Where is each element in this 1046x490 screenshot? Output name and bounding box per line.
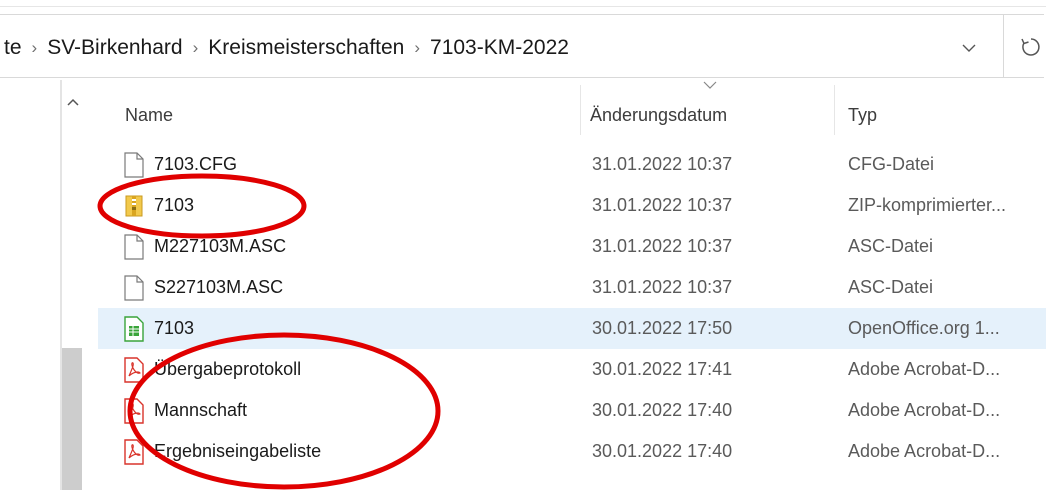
chevron-down-icon <box>962 44 976 52</box>
breadcrumb-item-truncated[interactable]: te <box>0 36 26 60</box>
file-name: 7103.CFG <box>154 154 238 174</box>
sort-chevron-icon <box>703 80 717 92</box>
file-name-cell[interactable]: S227103M.ASC <box>124 267 283 308</box>
file-type: ASC-Datei <box>848 236 934 256</box>
column-header-name[interactable]: Name <box>125 95 575 135</box>
file-name: 7103 <box>154 195 195 215</box>
generic-file-icon <box>124 151 144 178</box>
refresh-icon <box>1021 38 1040 56</box>
file-type: ZIP-komprimierter... <box>848 195 1007 215</box>
file-name-cell[interactable]: Mannschaft <box>124 390 247 431</box>
file-date: 31.01.2022 10:37 <box>592 195 733 215</box>
address-history-dropdown[interactable] <box>955 34 983 62</box>
file-name-cell[interactable]: 7103 <box>124 185 194 226</box>
file-type: Adobe Acrobat-D... <box>848 359 1001 379</box>
file-name: 7103 <box>154 318 195 338</box>
file-date: 31.01.2022 10:37 <box>592 236 733 256</box>
file-name-cell[interactable]: 7103.CFG <box>124 144 237 185</box>
window-top-border <box>0 6 1046 7</box>
file-name: Ergebniseingabeliste <box>154 441 322 461</box>
file-row[interactable]: Ergebniseingabeliste 30.01.2022 17:40 Adob… <box>98 431 1046 472</box>
file-name-cell[interactable]: Ergebniseingabeliste <box>124 431 321 472</box>
pdf-icon <box>124 397 144 424</box>
file-row[interactable]: Übergabeprotokoll 30.01.2022 17:41 Adobe A… <box>98 349 1046 390</box>
file-date: 30.01.2022 17:41 <box>592 359 733 379</box>
scroll-up-button[interactable] <box>62 92 84 112</box>
column-divider[interactable] <box>834 85 835 135</box>
zip-folder-icon <box>124 193 144 219</box>
file-name-cell[interactable]: 7103 <box>124 308 194 349</box>
breadcrumb-separator-icon[interactable]: › <box>26 38 44 58</box>
breadcrumb-separator-icon[interactable]: › <box>187 38 205 58</box>
column-header-type[interactable]: Typ <box>848 95 1046 135</box>
file-name: S227103M.ASC <box>154 277 284 297</box>
file-row[interactable]: 7103.CFG 31.01.2022 10:37 CFG-Datei <box>98 144 1046 185</box>
file-name-cell[interactable]: Übergabeprotokoll <box>124 349 301 390</box>
file-type: Adobe Acrobat-D... <box>848 441 1001 461</box>
file-row[interactable]: M227103M.ASC 31.01.2022 10:37 ASC-Datei <box>98 226 1046 267</box>
file-date: 30.01.2022 17:40 <box>592 400 733 420</box>
address-divider <box>1003 14 1004 78</box>
file-row[interactable]: 7103 31.01.2022 10:37 ZIP-komprimierter... <box>98 185 1046 226</box>
pdf-icon <box>124 438 144 465</box>
column-header-date[interactable]: Änderungsdatum <box>590 95 830 135</box>
breadcrumb-item-sv-birkenhard[interactable]: SV-Birkenhard <box>43 36 186 60</box>
file-name: Übergabeprotokoll <box>154 359 302 379</box>
refresh-button[interactable] <box>1016 32 1046 62</box>
file-date: 31.01.2022 10:37 <box>592 154 733 174</box>
file-type: Adobe Acrobat-D... <box>848 400 1001 420</box>
file-row[interactable]: S227103M.ASC 31.01.2022 10:37 ASC-Datei <box>98 267 1046 308</box>
column-divider[interactable] <box>580 85 581 135</box>
file-name-cell[interactable]: M227103M.ASC <box>124 226 286 267</box>
file-name: Mannschaft <box>154 400 248 420</box>
generic-file-icon <box>124 233 144 260</box>
file-type: OpenOffice.org 1... <box>848 318 1000 338</box>
file-type: CFG-Datei <box>848 154 935 174</box>
breadcrumb-item-current-folder[interactable]: 7103-KM-2022 <box>426 36 573 60</box>
breadcrumb-item-kreismeisterschaften[interactable]: Kreismeisterschaften <box>204 36 408 60</box>
file-list: 7103.CFG 31.01.2022 10:37 CFG-Datei 7103 31.… <box>98 144 1046 472</box>
file-row[interactable]: 7103 30.01.2022 17:50 OpenOffice.org 1... <box>98 308 1046 349</box>
breadcrumb-separator-icon[interactable]: › <box>408 38 426 58</box>
file-name: M227103M.ASC <box>154 236 287 256</box>
spreadsheet-icon <box>124 315 144 342</box>
scrollbar-thumb[interactable] <box>62 348 82 490</box>
chevron-up-icon <box>67 98 79 106</box>
file-date: 31.01.2022 10:37 <box>592 277 733 297</box>
breadcrumb[interactable]: te › SV-Birkenhard › Kreismeisterschafte… <box>0 33 573 63</box>
generic-file-icon <box>124 274 144 301</box>
file-date: 30.01.2022 17:40 <box>592 441 733 461</box>
file-type: ASC-Datei <box>848 277 934 297</box>
file-row[interactable]: Mannschaft 30.01.2022 17:40 Adobe Acrobat-… <box>98 390 1046 431</box>
file-date: 30.01.2022 17:50 <box>592 318 733 338</box>
pdf-icon <box>124 356 144 383</box>
